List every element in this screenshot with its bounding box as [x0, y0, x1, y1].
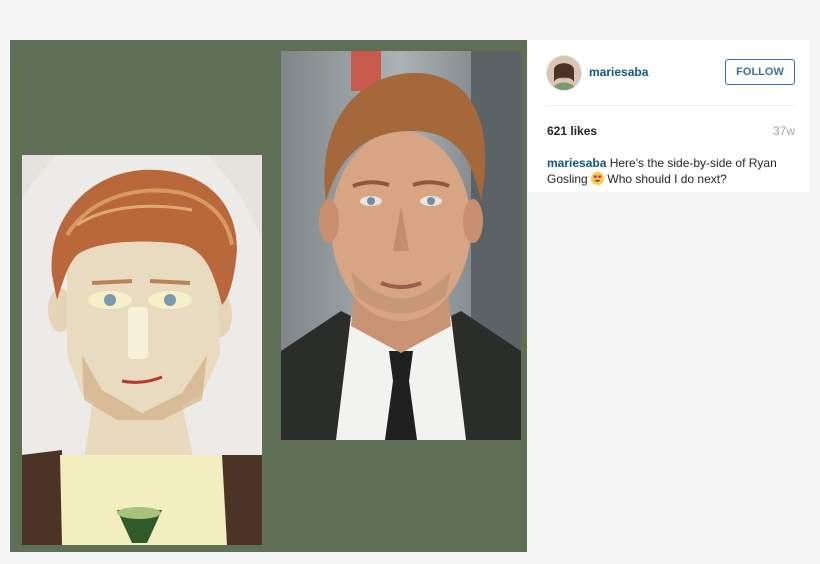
avatar[interactable] — [546, 55, 582, 91]
caption-username-link[interactable]: mariesaba — [547, 156, 606, 170]
follow-button[interactable]: FOLLOW — [725, 59, 795, 85]
post-caption: mariesaba Here's the side-by-side of Rya… — [547, 155, 797, 187]
likes-count[interactable]: 621 likes — [547, 124, 597, 138]
post-sidebar: mariesaba FOLLOW 621 likes 37w mariesaba… — [528, 40, 810, 192]
divider — [546, 105, 795, 106]
caption-text-after: Who should I do next? — [607, 172, 727, 186]
post-timestamp[interactable]: 37w — [773, 124, 795, 138]
username-link[interactable]: mariesaba — [589, 65, 648, 79]
sandwich-portrait-image — [22, 155, 262, 545]
actor-portrait-image — [281, 51, 521, 440]
heart-eyes-emoji-icon — [591, 172, 605, 185]
